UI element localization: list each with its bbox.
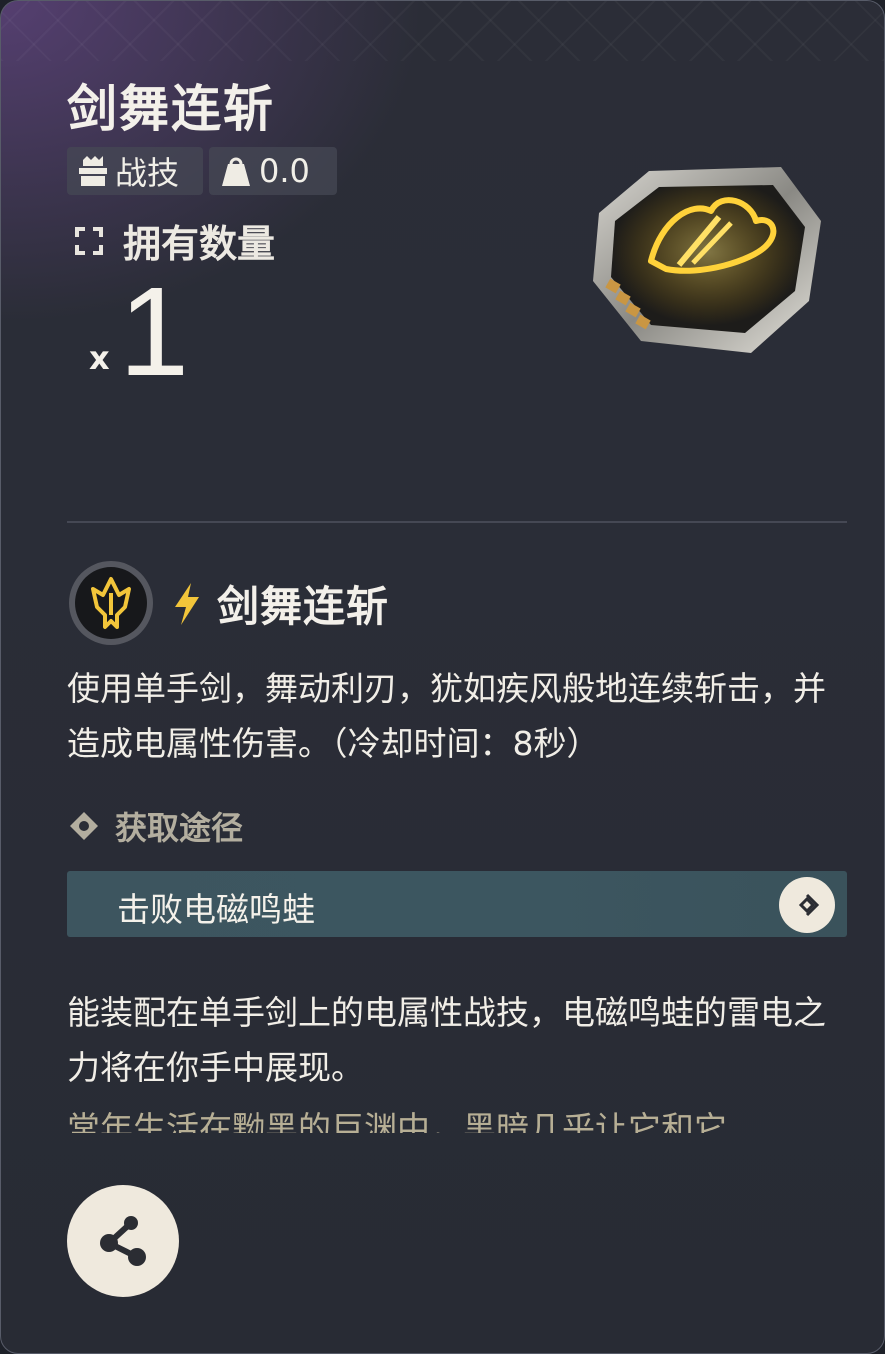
weight-icon: [222, 157, 250, 186]
type-tag-label: 战技: [115, 154, 180, 192]
share-button[interactable]: [67, 1185, 179, 1297]
chevron-right-icon: [798, 893, 820, 917]
quantity-prefix: x: [89, 339, 110, 377]
target-crosshair-icon: [75, 226, 103, 255]
skill-description: 使用单手剑，舞动利刃，犹如疾风般地连续斩击，并造成电属性伤害。（冷却时间：8秒）: [67, 669, 826, 763]
lore-text-faded: 常年生活在黝黑的巨渊中，黑暗几乎让它和它: [67, 1105, 837, 1133]
source-go-button[interactable]: [779, 877, 835, 933]
item-title: 剑舞连斩: [67, 80, 275, 138]
skill-name: 剑舞连斩: [217, 582, 390, 631]
lore-text: 能装配在单手剑上的电属性战技，电磁鸣蛙的雷电之力将在你手中展现。: [67, 993, 826, 1087]
item-detail-card: 剑舞连斩 战技 0.0 拥有数量 x 1 剑舞连斩 使用单手剑，舞动利刃，犹如疾…: [0, 0, 885, 1354]
weight-value: 0.0: [259, 152, 310, 190]
electro-sword-chip-icon: [593, 167, 821, 353]
share-icon: [100, 1216, 146, 1266]
electro-sword-skill-icon: [69, 561, 153, 645]
source-entry-label: 击败电磁鸣蛙: [117, 890, 315, 929]
lightning-bolt-icon: [175, 583, 199, 625]
weight-tag: 0.0: [209, 147, 337, 195]
diamond-icon: [70, 812, 98, 840]
chest-icon: [79, 156, 107, 186]
source-header-label: 获取途径: [115, 809, 244, 847]
header-pattern: [1, 1, 884, 61]
source-header: 获取途径: [67, 803, 243, 849]
lore-text-faded-line: 常年生活在黝黑的巨渊中，黑暗几乎让它和它: [67, 1109, 727, 1133]
type-tag: 战技: [67, 147, 203, 195]
source-entry[interactable]: 击败电磁鸣蛙: [67, 871, 847, 937]
quantity-value: 1: [119, 261, 190, 402]
section-divider: [67, 521, 847, 523]
